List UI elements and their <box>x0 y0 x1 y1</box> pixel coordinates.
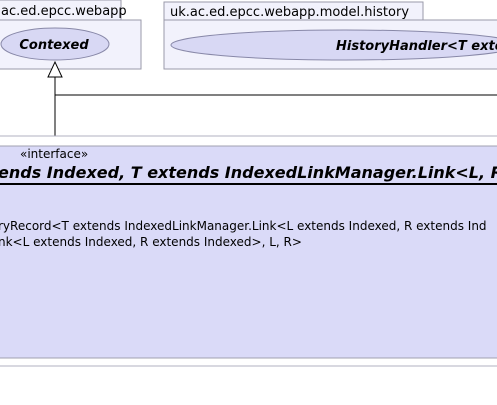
package-right-name: uk.ac.ed.epcc.webapp.model.history <box>170 5 409 20</box>
uml-diagram: ac.ed.epcc.webapp Contexed uk.ac.ed.epcc… <box>0 0 497 367</box>
class-stereotype: «interface» <box>20 147 88 161</box>
package-right: uk.ac.ed.epcc.webapp.model.history Histo… <box>163 1 497 70</box>
usecase-historyhandler-label: HistoryHandler<T exte <box>336 39 497 54</box>
usecase-contexed-label: Contexed <box>19 38 89 53</box>
connectors <box>47 60 497 145</box>
class-member-1: ryRecord<T extends IndexedLinkManager.Li… <box>0 219 487 233</box>
package-left: ac.ed.epcc.webapp Contexed <box>0 0 142 70</box>
class-title: ends Indexed, T extends IndexedLinkManag… <box>0 163 497 182</box>
package-left-name: ac.ed.epcc.webapp <box>1 4 127 19</box>
class-member-2: nk<L extends Indexed, R extends Indexed>… <box>0 235 302 249</box>
class-interface[interactable]: «interface» ends Indexed, T extends Inde… <box>0 135 497 367</box>
